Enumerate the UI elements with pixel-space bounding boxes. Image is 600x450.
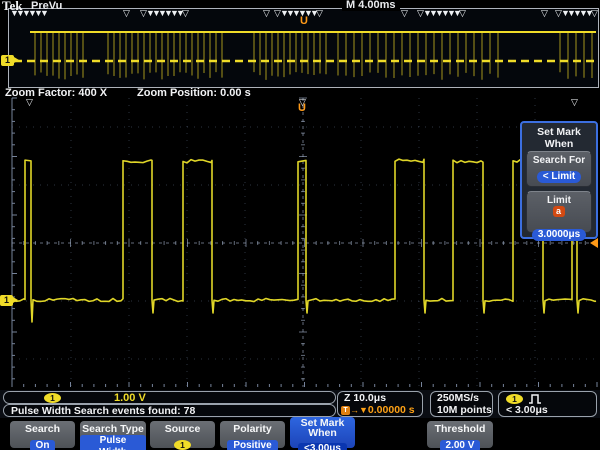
expansion-point-icon-zoom: U xyxy=(298,102,306,114)
side-menu-title: Set Mark xyxy=(522,126,596,138)
menu-button-polarity[interactable]: Polarity Positive xyxy=(220,421,285,448)
side-menu-set-mark-when: Set Mark When Search For < Limit Limit a… xyxy=(520,121,598,239)
menu-button-threshold[interactable]: Threshold 2.00 V xyxy=(427,421,493,448)
oscilloscope-screen: Tek PreVu M 4.00ms ▼▼▼▼▼▼▽▽▼▼▼▼▼▼▽▽▽▼▼▼▼… xyxy=(0,0,600,450)
channel1-scale-readout: 1 1.00 V xyxy=(3,391,336,404)
search-for-value: < Limit xyxy=(537,171,582,183)
acquisition-readout-box: 250MS/s 10M points xyxy=(430,391,493,417)
search-events-readout: Pulse Width Search events found: 78 xyxy=(3,404,336,417)
zoom-position-readout: Zoom Position: 0.00 s xyxy=(137,87,251,99)
channel1-badge-search: 1 xyxy=(506,394,523,404)
positive-pulse-icon xyxy=(528,394,542,404)
expansion-point-icon-overview: U xyxy=(300,15,308,27)
trigger-icon: T xyxy=(341,406,350,415)
tek-logo: Tek xyxy=(2,0,22,14)
trigger-delay-readout: T→▼0.00000 s xyxy=(341,404,415,416)
menu-button-set-mark-when[interactable]: Set MarkWhen <3.00μs xyxy=(290,417,355,448)
zoom-mark-icon: ▽ xyxy=(571,98,578,107)
zoom-mark-icon: ▽ xyxy=(26,98,33,107)
channel1-badge-zoom: 1 xyxy=(0,295,13,306)
channel1-badge-source: 1 xyxy=(174,440,191,450)
status-bar: 1 1.00 V Pulse Width Search events found… xyxy=(0,390,600,418)
bottom-menu-bar: Search On Search Type Pulse Width Source… xyxy=(0,418,600,450)
menu-button-source[interactable]: Source 1 xyxy=(150,421,215,448)
horizontal-readout-box: Z 10.0μs T→▼0.00000 s xyxy=(337,391,423,417)
trigger-level-arrow-icon xyxy=(590,238,598,248)
channel1-badge-overview: 1 xyxy=(1,55,14,66)
side-menu-title-line2: When xyxy=(522,138,596,150)
menu-button-search-type[interactable]: Search Type Pulse Width xyxy=(80,421,146,448)
search-criteria-box: 1 < 3.00μs xyxy=(498,391,597,417)
limit-button[interactable]: Limit a3.0000μs xyxy=(526,191,592,233)
menu-button-search[interactable]: Search On xyxy=(10,421,75,448)
search-for-button[interactable]: Search For < Limit xyxy=(526,151,592,187)
acquisition-status: PreVu xyxy=(31,0,62,12)
channel1-badge-readout: 1 xyxy=(44,393,61,403)
limit-value: 3.0000μs xyxy=(532,229,586,241)
multipurpose-knob-a-icon: a xyxy=(553,206,565,217)
timebase-readout: M 4.00ms xyxy=(342,0,400,11)
zoom-factor-readout: Zoom Factor: 400 X xyxy=(5,87,107,99)
